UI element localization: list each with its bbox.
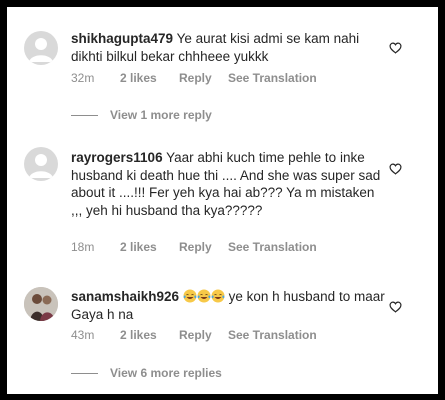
- reply-button[interactable]: Reply: [179, 71, 212, 85]
- comments-panel: shikhagupta479 Ye aurat kisi admi se kam…: [7, 7, 438, 394]
- comment-likes[interactable]: 2 likes: [120, 240, 157, 254]
- reply-button[interactable]: Reply: [179, 328, 212, 342]
- comment-body: sanamshaikh926 ye kon h husband to maar …: [71, 288, 389, 323]
- default-avatar-icon[interactable]: [24, 147, 58, 181]
- view-more-replies-button[interactable]: View 1 more reply: [71, 108, 212, 122]
- comment-body: shikhagupta479 Ye aurat kisi admi se kam…: [71, 30, 389, 65]
- heart-outline-icon[interactable]: [389, 41, 402, 59]
- heart-outline-icon[interactable]: [389, 162, 402, 180]
- face-with-tears-of-joy-icon: [183, 289, 197, 303]
- face-with-tears-of-joy-icon: [197, 289, 211, 303]
- see-translation-button[interactable]: See Translation: [228, 240, 317, 254]
- view-more-replies-button[interactable]: View 6 more replies: [71, 366, 222, 380]
- comment-likes[interactable]: 2 likes: [120, 71, 157, 85]
- see-translation-button[interactable]: See Translation: [228, 328, 317, 342]
- default-avatar-icon[interactable]: [24, 31, 58, 65]
- user-avatar[interactable]: [24, 287, 58, 321]
- comment-username[interactable]: rayrogers1106: [71, 150, 163, 165]
- comment-time: 18m: [71, 240, 95, 254]
- comment-username[interactable]: shikhagupta479: [71, 31, 173, 46]
- face-with-tears-of-joy-icon: [211, 289, 225, 303]
- reply-button[interactable]: Reply: [179, 240, 212, 254]
- comment-likes[interactable]: 2 likes: [120, 328, 157, 342]
- heart-outline-icon[interactable]: [389, 300, 402, 318]
- comment-body: rayrogers1106 Yaar abhi kuch time pehle …: [71, 149, 389, 219]
- see-translation-button[interactable]: See Translation: [228, 71, 317, 85]
- emoji-group: [183, 289, 229, 304]
- comment-time: 43m: [71, 328, 95, 342]
- comment-username[interactable]: sanamshaikh926: [71, 289, 179, 304]
- divider-line: [71, 115, 98, 117]
- divider-line: [71, 373, 98, 375]
- comment-time: 32m: [71, 71, 95, 85]
